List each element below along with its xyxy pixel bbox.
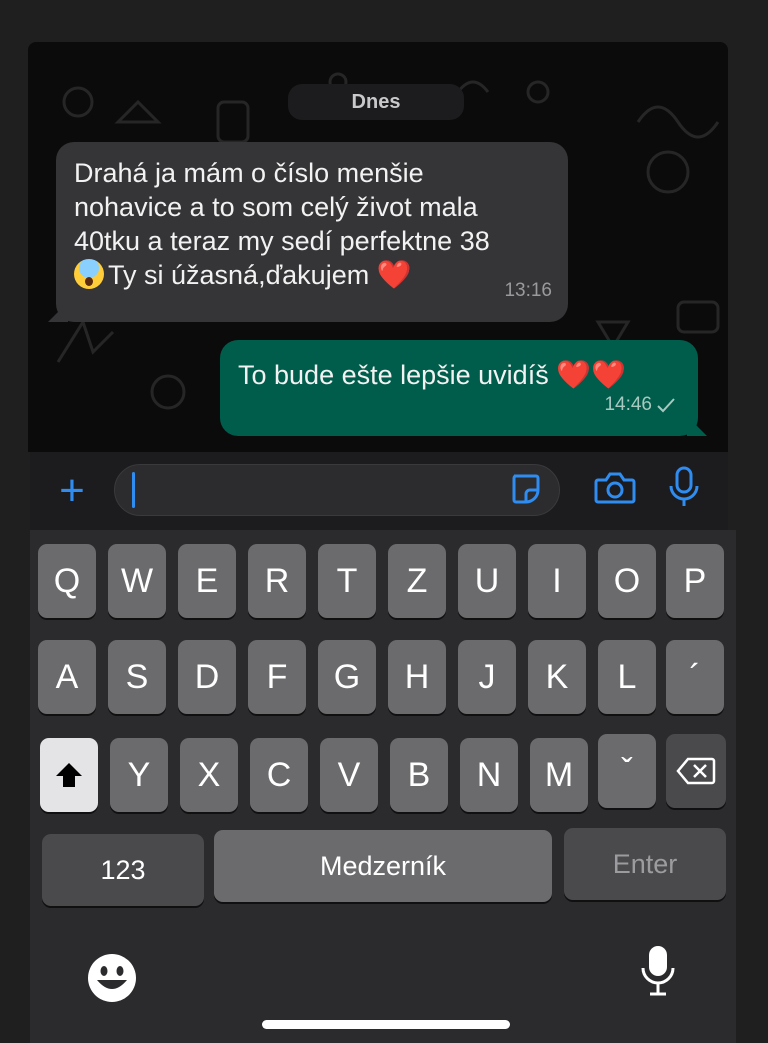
space-key[interactable]: Medzerník	[214, 830, 552, 902]
plus-icon[interactable]: +	[54, 469, 90, 513]
key-k[interactable]: K	[528, 640, 586, 714]
key-m[interactable]: M	[530, 738, 588, 812]
key-d[interactable]: D	[178, 640, 236, 714]
numbers-key[interactable]: 123	[42, 834, 204, 906]
message-text: To bude ešte lepšie uvidíš	[238, 360, 557, 390]
key-v[interactable]: V	[320, 738, 378, 812]
text-caret	[132, 472, 135, 508]
key-caron[interactable]: ˇ	[598, 734, 656, 808]
key-a[interactable]: A	[38, 640, 96, 714]
key-h[interactable]: H	[388, 640, 446, 714]
key-b[interactable]: B	[390, 738, 448, 812]
message-time: 13:16	[504, 280, 552, 301]
backspace-icon	[676, 757, 716, 785]
incoming-message-bubble[interactable]: Drahá ja mám o číslo menšie nohavice a t…	[48, 142, 568, 322]
message-meta: 14:46	[604, 388, 676, 422]
message-line: Ty si úžasná,ďakujem ❤️	[74, 258, 550, 292]
sticker-icon[interactable]	[508, 472, 542, 506]
outgoing-message-bubble[interactable]: To bude ešte lepšie uvidíš ❤️❤️ 14:46	[220, 340, 707, 436]
key-x[interactable]: X	[180, 738, 238, 812]
key-g[interactable]: G	[318, 640, 376, 714]
key-r[interactable]: R	[248, 544, 306, 618]
key-t[interactable]: T	[318, 544, 376, 618]
key-z[interactable]: Z	[388, 544, 446, 618]
message-line-text: Ty si úžasná,ďakujem	[108, 260, 377, 290]
key-e[interactable]: E	[178, 544, 236, 618]
message-time: 14:46	[604, 394, 652, 415]
message-line: Drahá ja mám o číslo menšie	[74, 158, 424, 188]
backspace-key[interactable]	[666, 734, 726, 808]
key-u[interactable]: U	[458, 544, 516, 618]
hearts-emoji: ❤️❤️	[556, 359, 626, 390]
key-acute-accent[interactable]: ´	[666, 640, 724, 714]
key-i[interactable]: I	[528, 544, 586, 618]
date-separator: Dnes	[288, 84, 464, 120]
date-label: Dnes	[351, 90, 401, 113]
key-s[interactable]: S	[108, 640, 166, 714]
key-f[interactable]: F	[248, 640, 306, 714]
key-w[interactable]: W	[108, 544, 166, 618]
home-indicator	[262, 1020, 510, 1029]
key-j[interactable]: J	[458, 640, 516, 714]
message-line: nohavice a to som celý život mala	[74, 192, 478, 222]
dictation-mic-icon[interactable]	[640, 944, 676, 996]
message-input[interactable]	[114, 464, 560, 516]
single-check-icon	[657, 398, 675, 413]
key-l[interactable]: L	[598, 640, 656, 714]
screen: Dnes Drahá ja mám o číslo menšie nohavic…	[0, 0, 768, 1043]
enter-key[interactable]: Enter	[564, 828, 726, 900]
emoji-icon[interactable]	[86, 952, 138, 1004]
key-o[interactable]: O	[598, 544, 656, 618]
message-line: 40tku a teraz my sedí perfektne 38	[74, 226, 490, 256]
camera-icon[interactable]	[594, 470, 636, 506]
shift-icon	[56, 763, 82, 787]
key-y[interactable]: Y	[110, 738, 168, 812]
key-q[interactable]: Q	[38, 544, 96, 618]
key-n[interactable]: N	[460, 738, 518, 812]
shift-key[interactable]	[40, 738, 98, 812]
heart-emoji: ❤️	[376, 259, 412, 290]
screaming-face-icon	[74, 259, 104, 289]
key-c[interactable]: C	[250, 738, 308, 812]
mic-icon[interactable]	[668, 466, 700, 508]
key-p[interactable]: P	[666, 544, 724, 618]
